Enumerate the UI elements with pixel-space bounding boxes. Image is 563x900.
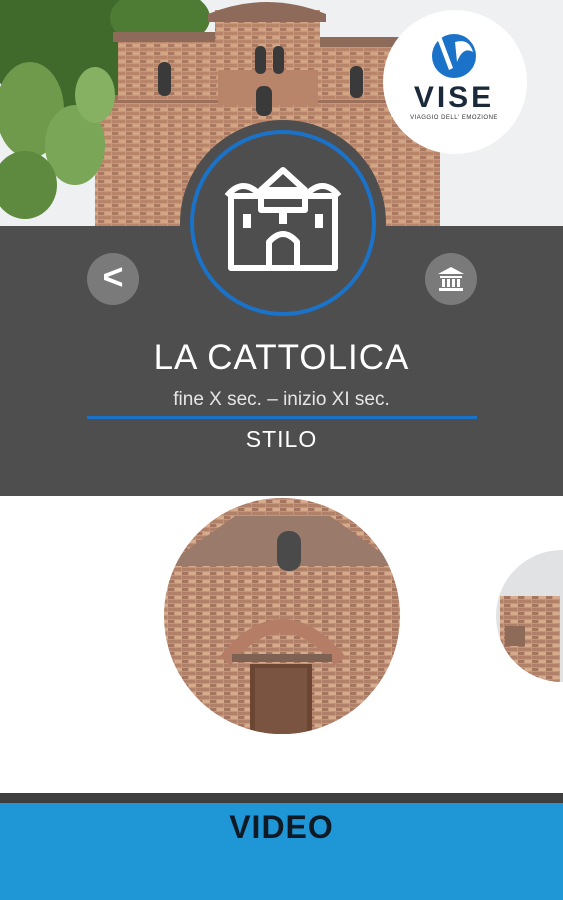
logo: VISE VIAGGIO DELL' EMOZIONE [398, 32, 510, 121]
museum-button[interactable] [425, 253, 477, 305]
museum-icon [438, 267, 464, 291]
gallery-image-next [496, 550, 563, 682]
logo-text: VISE [413, 81, 495, 114]
site-town: STILO [245, 426, 318, 452]
video-label: VIDEO [229, 809, 334, 845]
title-divider [87, 416, 477, 419]
back-button[interactable]: < [87, 253, 139, 305]
site-period: fine X sec. – inizio XI sec. [173, 389, 390, 410]
logo-mark-icon [432, 34, 476, 78]
gallery-image-main [164, 498, 400, 734]
logo-tagline: VIAGGIO DELL' EMOZIONE [410, 115, 498, 121]
chevron-left-icon: < [102, 256, 124, 297]
church-icon [224, 167, 342, 271]
site-name: LA CATTOLICA [153, 338, 410, 377]
video-button[interactable]: VIDEO [0, 793, 563, 900]
gallery-images [164, 498, 563, 734]
site-type-badge [180, 120, 386, 326]
photo-gallery[interactable] [0, 496, 563, 793]
